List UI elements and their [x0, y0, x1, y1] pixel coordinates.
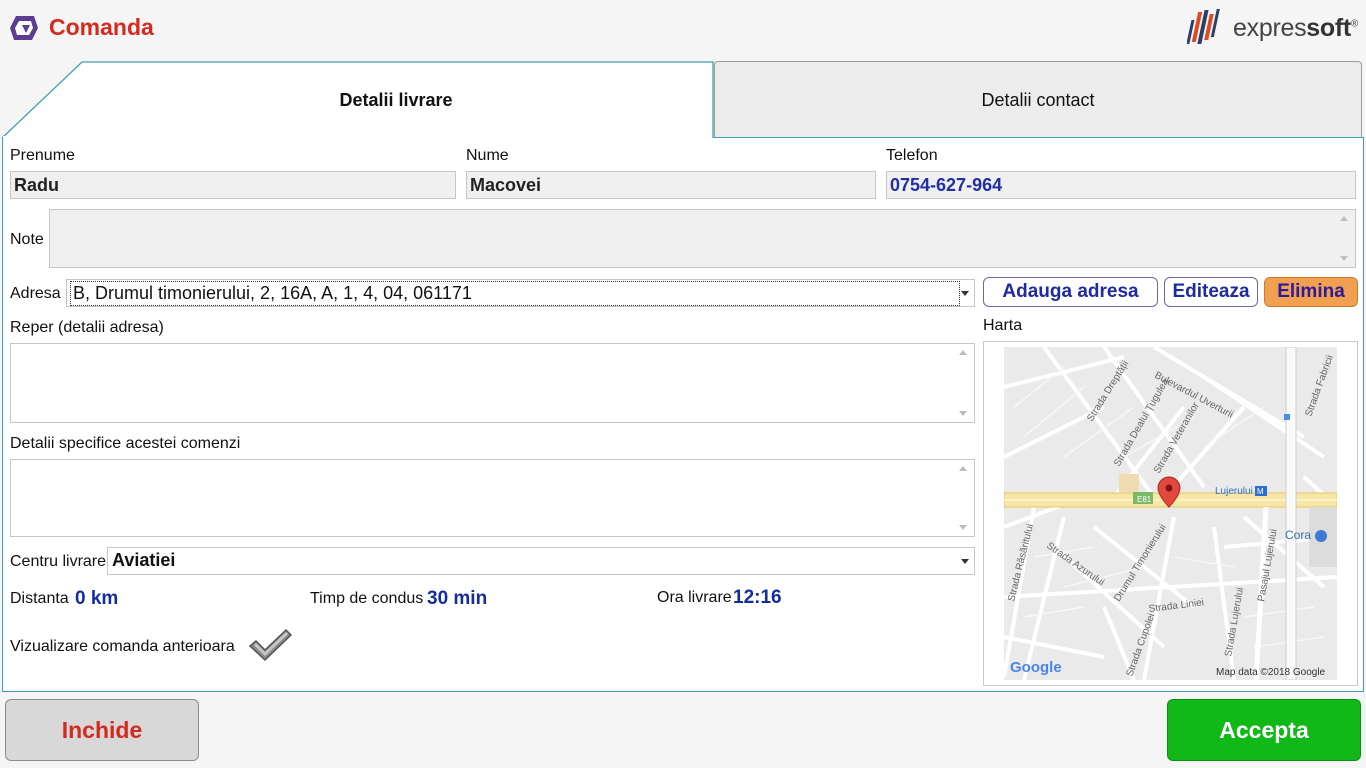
map-metro-icon: M — [1257, 487, 1264, 496]
checkmark-icon[interactable] — [246, 626, 294, 664]
adresa-label: Adresa — [10, 285, 61, 302]
note-textarea[interactable] — [49, 209, 1356, 268]
centru-select[interactable]: Aviatiei — [107, 547, 975, 575]
prenume-label: Prenume — [10, 147, 75, 164]
close-button[interactable]: Inchide — [5, 699, 199, 761]
delete-address-button[interactable]: Elimina — [1264, 277, 1358, 307]
ora-value: 12:16 — [733, 587, 782, 608]
detalii-label: Detalii specifice acestei comenzi — [10, 435, 241, 452]
timp-value: 30 min — [427, 588, 488, 609]
detalii-scrollbar[interactable] — [956, 462, 972, 534]
timp-label: Timp de condus — [310, 590, 424, 607]
brand-name: expressoft® — [1233, 13, 1358, 42]
reper-label: Reper (detalii adresa) — [10, 319, 164, 336]
reper-textarea[interactable] — [10, 343, 975, 423]
reper-scrollbar[interactable] — [956, 346, 972, 420]
expressoft-bars-icon — [1187, 9, 1220, 44]
map-street-label: Cora — [1285, 528, 1311, 542]
edit-address-button[interactable]: Editeaza — [1164, 277, 1258, 307]
app-title: Comanda — [49, 14, 154, 40]
app-logo-icon — [10, 16, 38, 40]
distanta-value: 0 km — [75, 588, 119, 609]
accept-button[interactable]: Accepta — [1167, 699, 1361, 761]
nume-field[interactable]: Macovei — [466, 171, 876, 199]
adresa-select[interactable]: B, Drumul timonierului, 2, 16A, A, 1, 4,… — [66, 279, 975, 307]
map-attribution[interactable]: Map data ©2018 Google — [1216, 667, 1326, 678]
detalii-textarea[interactable] — [10, 459, 975, 537]
distanta-label: Distanta — [10, 590, 69, 607]
centru-label: Centru livrare — [10, 553, 107, 570]
adresa-value: B, Drumul timonierului, 2, 16A, A, 1, 4,… — [70, 281, 960, 306]
ora-label: Ora livrare — [657, 589, 732, 606]
map-google-logo: Google — [1010, 659, 1062, 676]
chevron-down-icon[interactable] — [961, 291, 969, 296]
nume-label: Nume — [466, 147, 509, 164]
map-container[interactable]: Bulevardul Uverturii Strada Dreptății St… — [983, 341, 1358, 686]
panel-top-border — [714, 137, 1364, 138]
map-road-badge: E81 — [1137, 495, 1152, 504]
telefon-field[interactable]: 0754-627-964 — [886, 171, 1356, 199]
map-view[interactable]: Bulevardul Uverturii Strada Dreptății St… — [1004, 347, 1337, 680]
map-graphic: Bulevardul Uverturii Strada Dreptății St… — [1004, 347, 1337, 680]
vizualizare-label: Vizualizare comanda anterioara — [10, 638, 235, 655]
brand-logo: expressoft® — [1187, 8, 1358, 48]
map-label: Harta — [983, 317, 1023, 334]
telefon-label: Telefon — [886, 147, 938, 164]
centru-value: Aviatiei — [112, 550, 176, 570]
prenume-field[interactable]: Radu — [10, 171, 456, 199]
map-street-label: Lujerului — [1215, 486, 1253, 497]
tab-contact-label[interactable]: Detalii contact — [714, 90, 1362, 111]
add-address-button[interactable]: Adauga adresa — [983, 277, 1158, 307]
note-label: Note — [10, 231, 44, 248]
note-scrollbar[interactable] — [1337, 212, 1353, 265]
chevron-down-icon[interactable] — [961, 559, 969, 564]
tab-delivery-label[interactable]: Detalii livrare — [80, 90, 712, 111]
